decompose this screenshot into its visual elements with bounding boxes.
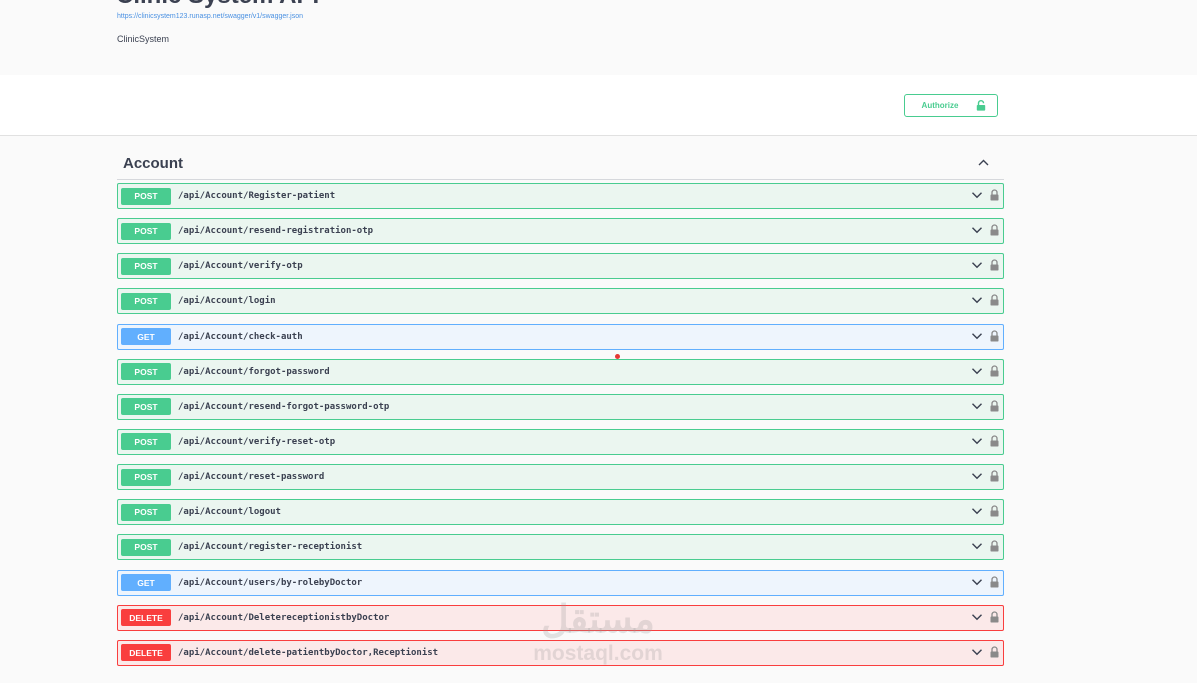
chevron-up-icon [978,159,989,166]
operation-row[interactable]: POST/api/Account/Register-patient [117,183,1004,209]
chevron-down-icon[interactable] [971,470,983,482]
operation-controls [971,294,999,306]
operation-controls [971,189,999,201]
operation-row[interactable]: POST/api/Account/login [117,288,1004,315]
tag-section-account[interactable]: Account [117,150,1004,180]
api-info: Clinic System API https://clinicsystem12… [0,0,1197,75]
operation-path: /api/Account/verify-otp [178,261,303,272]
operation-row[interactable]: DELETE/api/Account/delete-patientbyDocto… [117,639,1004,666]
lock-open-icon [977,100,986,111]
operation-controls [971,540,999,552]
operation-controls [971,646,999,658]
operation-path: /api/Account/verify-reset-otp [178,436,336,447]
method-badge: POST [121,292,171,310]
operation-controls [971,505,999,517]
lock-icon[interactable] [990,400,999,412]
operation-controls [971,224,999,236]
api-description: ClinicSystem [117,34,170,44]
operation-path: /api/Account/check-auth [178,331,303,342]
operation-row[interactable]: GET/api/Account/check-auth [117,323,1004,350]
method-badge: POST [121,363,171,381]
operations-list: POST/api/Account/Register-patient POST/ap… [117,183,1004,675]
method-badge: POST [121,538,171,556]
chevron-down-icon[interactable] [971,400,983,412]
operation-controls [971,575,999,588]
operation-path: /api/Account/delete-patientbyDoctor,Rece… [178,647,439,658]
cursor-dot [615,354,620,359]
lock-icon[interactable] [990,470,999,482]
operation-row[interactable]: POST/api/Account/reset-password [117,464,1004,491]
chevron-down-icon[interactable] [971,259,983,271]
method-badge: POST [121,433,171,451]
lock-icon[interactable] [990,224,999,236]
method-badge: GET [121,328,171,346]
operation-row[interactable]: POST/api/Account/verify-reset-otp [117,428,1004,455]
chevron-down-icon[interactable] [971,224,983,236]
authorize-button[interactable]: Authorize [904,94,998,117]
method-badge: POST [121,503,171,521]
operation-row[interactable]: POST/api/Account/resend-forgot-password-… [117,393,1004,420]
lock-icon[interactable] [990,646,999,658]
operation-controls [971,400,999,412]
method-badge: POST [121,468,171,486]
operation-row[interactable]: POST/api/Account/verify-otp [117,253,1004,280]
operation-row[interactable]: POST/api/Account/logout [117,499,1004,526]
chevron-down-icon[interactable] [971,365,983,377]
chevron-down-icon[interactable] [971,611,983,623]
operation-controls [971,259,999,271]
operation-path: /api/Account/resend-forgot-password-otp [178,401,390,412]
api-title: Clinic System API [116,0,319,10]
operation-row[interactable]: GET/api/Account/users/by-rolebyDoctor [117,569,1004,596]
chevron-down-icon[interactable] [971,540,983,552]
operation-path: /api/Account/Register-patient [178,191,336,201]
chevron-down-icon[interactable] [971,330,983,342]
scheme-container: Authorize [0,75,1197,136]
operation-controls [971,435,999,447]
operation-path: /api/Account/users/by-rolebyDoctor [178,577,363,588]
operation-path: /api/Account/DeletereceptionistbyDoctor [178,612,390,623]
chevron-down-icon[interactable] [971,435,983,447]
operation-row[interactable]: POST/api/Account/forgot-password [117,358,1004,385]
lock-icon[interactable] [990,611,999,623]
method-badge: POST [121,187,171,205]
chevron-down-icon[interactable] [971,505,983,517]
operation-path: /api/Account/reset-password [178,472,325,483]
lock-icon[interactable] [990,189,999,201]
method-badge: POST [121,222,171,240]
chevron-down-icon[interactable] [971,294,983,306]
chevron-down-icon[interactable] [971,576,983,588]
chevron-down-icon[interactable] [971,189,983,201]
operation-controls [971,329,999,342]
lock-icon[interactable] [990,575,999,588]
lock-icon[interactable] [990,259,999,271]
operation-controls [971,470,999,482]
method-badge: POST [121,398,171,416]
tag-toggle-button[interactable] [977,156,990,174]
operation-path: /api/Account/logout [178,507,281,518]
chevron-down-icon[interactable] [971,646,983,658]
operation-path: /api/Account/forgot-password [178,366,330,377]
lock-icon[interactable] [990,505,999,517]
lock-icon[interactable] [990,329,999,342]
lock-icon[interactable] [990,365,999,377]
operation-controls [971,365,999,377]
method-badge: DELETE [121,644,171,662]
lock-icon[interactable] [990,540,999,552]
swagger-json-link[interactable]: https://clinicsystem123.runasp.net/swagg… [117,13,303,20]
operation-row[interactable]: POST/api/Account/resend-registration-otp [117,218,1004,245]
operation-path: /api/Account/login [178,296,276,307]
tag-title: Account [123,155,183,172]
method-badge: DELETE [121,609,171,627]
operation-row[interactable]: DELETE/api/Account/DeletereceptionistbyD… [117,604,1004,631]
operation-path: /api/Account/register-receptionist [178,542,363,553]
operation-controls [971,611,999,623]
authorize-label: Authorize [921,101,959,110]
method-badge: POST [121,257,171,275]
lock-icon[interactable] [990,294,999,306]
method-badge: GET [121,574,171,592]
operation-path: /api/Account/resend-registration-otp [178,226,374,237]
operation-row[interactable]: POST/api/Account/register-receptionist [117,534,1004,561]
lock-icon[interactable] [990,435,999,447]
